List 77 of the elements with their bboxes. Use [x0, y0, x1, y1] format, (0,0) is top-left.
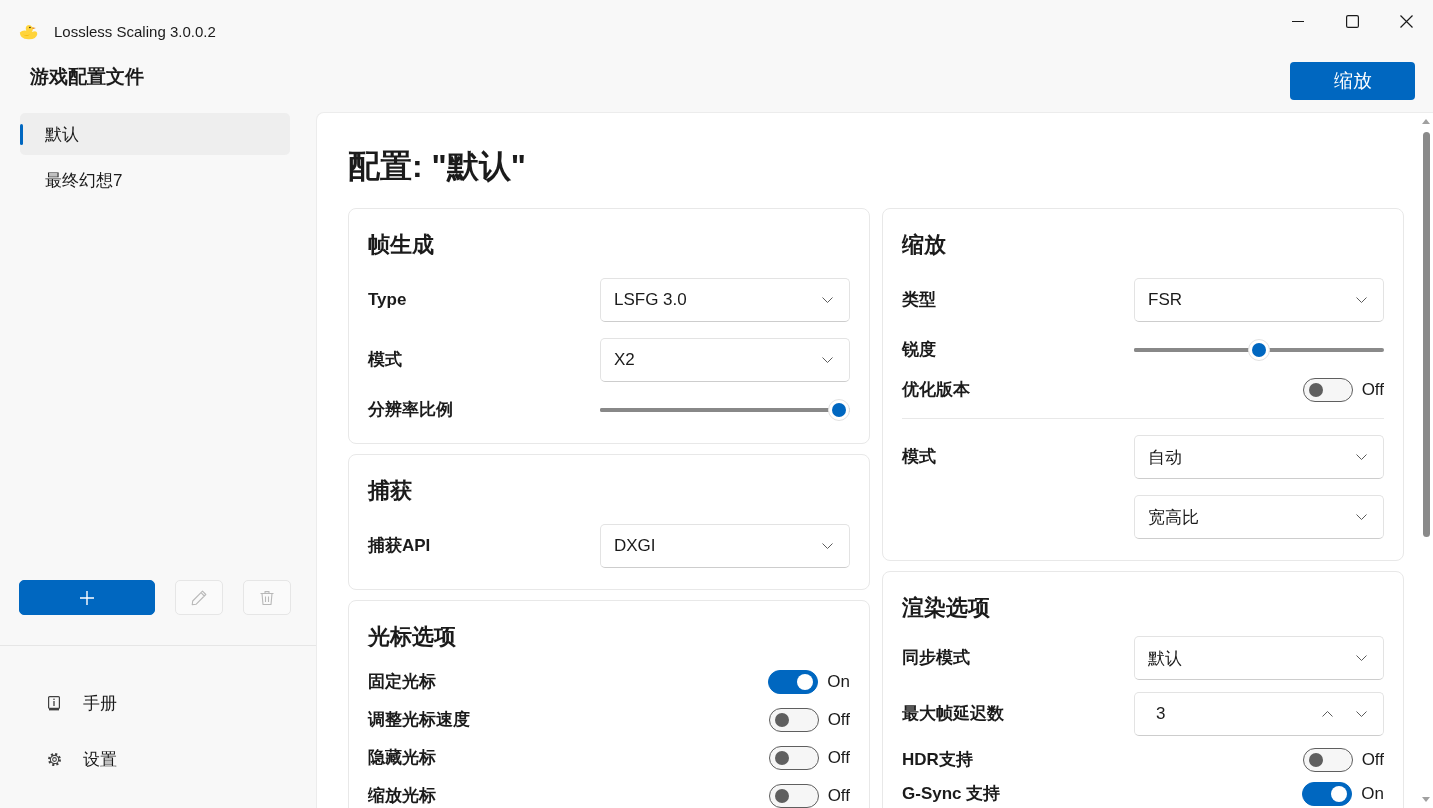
trash-icon — [259, 589, 275, 606]
toggle-switch[interactable] — [1302, 782, 1353, 806]
dropdown[interactable]: 自动 — [1134, 435, 1384, 479]
selection-indicator-icon — [20, 124, 23, 145]
slider-track[interactable] — [600, 399, 850, 421]
page-title: 配置: "默认" — [348, 147, 526, 186]
toggle-state-text: On — [1361, 783, 1384, 805]
close-icon — [1399, 14, 1413, 28]
dropdown[interactable]: X2 — [600, 338, 850, 382]
toggle-switch[interactable] — [768, 784, 819, 808]
toggle-switch[interactable] — [768, 708, 819, 732]
profile-item[interactable]: 默认 — [20, 113, 290, 155]
chevron-down-icon — [1356, 454, 1367, 460]
dropdown[interactable]: LSFG 3.0 — [600, 278, 850, 322]
setting-label: G-Sync 支持 — [902, 783, 1001, 805]
setting-label: Type — [368, 289, 407, 311]
scroll-down-icon[interactable] — [1422, 797, 1430, 802]
scale-button[interactable]: 缩放 — [1290, 62, 1415, 100]
settings-icon — [47, 751, 62, 767]
chevron-down-icon — [822, 543, 833, 549]
setting-label: 最大帧延迟数 — [902, 703, 1004, 725]
toggle-state-text: Off — [827, 709, 850, 731]
toggle-state-text: On — [827, 671, 850, 693]
setting-label: 同步模式 — [902, 647, 970, 669]
toggle-switch[interactable] — [768, 746, 819, 770]
card-title: 帧生成 — [368, 231, 434, 259]
chevron-down-icon — [1356, 297, 1367, 303]
setting-label: 模式 — [902, 446, 936, 468]
toggle-switch[interactable] — [1302, 748, 1353, 772]
scrollbar-thumb[interactable] — [1422, 132, 1430, 537]
toggle-switch[interactable] — [768, 670, 819, 694]
setting-label: 隐藏光标 — [368, 747, 436, 769]
setting-label: 模式 — [368, 349, 402, 371]
window-title: Lossless Scaling 3.0.0.2 — [54, 22, 216, 42]
setting-label: 缩放光标 — [368, 785, 436, 807]
card-title: 缩放 — [902, 231, 946, 259]
scroll-up-icon[interactable] — [1422, 119, 1430, 124]
sidebar-heading: 游戏配置文件 — [30, 65, 144, 89]
toggle-state-text: Off — [827, 785, 850, 807]
setting-label: 优化版本 — [902, 379, 970, 401]
toggle-switch[interactable] — [1302, 378, 1353, 402]
card-title: 捕获 — [368, 477, 412, 505]
setting-label: 调整光标速度 — [368, 709, 470, 731]
minimize-icon — [1292, 20, 1304, 22]
plus-icon — [80, 590, 94, 605]
dropdown[interactable]: FSR — [1134, 278, 1384, 322]
toggle-state-text: Off — [1361, 749, 1384, 771]
card-title: 光标选项 — [368, 623, 456, 651]
slider-thumb[interactable] — [1248, 339, 1270, 361]
duck-icon — [18, 23, 40, 41]
dropdown[interactable]: 宽高比 — [1134, 495, 1384, 539]
setting-label: 固定光标 — [368, 671, 436, 693]
pencil-icon — [191, 589, 207, 606]
nav-item[interactable]: 设置 — [0, 735, 129, 783]
maximize-icon — [1345, 14, 1359, 28]
setting-label: 锐度 — [902, 339, 936, 361]
nav-item[interactable]: 手册 — [0, 679, 129, 727]
setting-label: 分辨率比例 — [368, 399, 453, 421]
chevron-down-icon — [1356, 514, 1367, 520]
setting-label: HDR支持 — [902, 749, 973, 771]
card-title: 渲染选项 — [902, 594, 990, 622]
chevron-down-icon — [1356, 655, 1367, 661]
slider-track[interactable] — [1134, 339, 1384, 361]
number-field[interactable]: 3 — [1134, 692, 1384, 736]
info-book-icon — [48, 695, 60, 711]
chevron-down-icon — [822, 297, 833, 303]
toggle-state-text: Off — [1361, 379, 1384, 401]
chevron-down-icon[interactable] — [1356, 711, 1367, 717]
setting-label: 捕获API — [368, 535, 431, 557]
slider-thumb[interactable] — [828, 399, 850, 421]
profile-item[interactable]: 最终幻想7 — [20, 159, 290, 201]
dropdown[interactable]: 默认 — [1134, 636, 1384, 680]
setting-label: 类型 — [902, 289, 936, 311]
dropdown[interactable]: DXGI — [600, 524, 850, 568]
toggle-state-text: Off — [827, 747, 850, 769]
chevron-up-icon[interactable] — [1322, 711, 1333, 717]
chevron-down-icon — [822, 357, 833, 363]
